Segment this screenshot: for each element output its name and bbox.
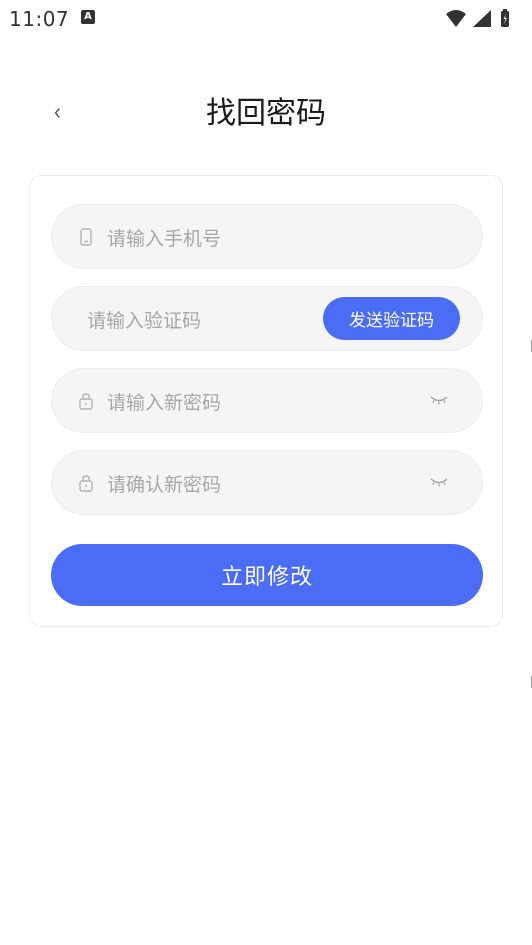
new-password-placeholder: 请输入新密码 [107,392,222,414]
eye-closed-icon[interactable] [430,394,448,406]
lock-icon [79,393,93,410]
confirm-password-placeholder: 请确认新密码 [107,474,222,496]
phone-field[interactable]: 请输入手机号 [51,204,483,269]
confirm-password-field[interactable]: 请确认新密码 [51,450,483,515]
new-password-field[interactable]: 请输入新密码 [51,368,483,433]
code-placeholder: 请输入验证码 [87,310,202,332]
signal-icon [473,10,491,27]
phone-placeholder: 请输入手机号 [107,228,222,250]
eye-closed-icon[interactable] [430,476,448,488]
status-bar: 11:07 A [0,0,532,38]
status-time: 11:07 [9,7,70,31]
lock-icon [79,475,93,492]
reset-password-card: 请输入手机号 请输入验证码 发送验证码 请输入新密码 请确认新密码 立即修改 [29,175,503,627]
status-icons [446,6,526,30]
verification-code-field[interactable]: 请输入验证码 发送验证码 [51,286,483,351]
wifi-icon [446,10,466,27]
send-code-button[interactable]: 发送验证码 [323,297,460,340]
page-title: 找回密码 [206,96,326,131]
phone-icon [80,228,92,246]
submit-button[interactable]: 立即修改 [51,544,483,606]
battery-icon [501,9,509,27]
notification-a-icon: A [81,10,95,24]
notification-letter: A [84,11,92,22]
